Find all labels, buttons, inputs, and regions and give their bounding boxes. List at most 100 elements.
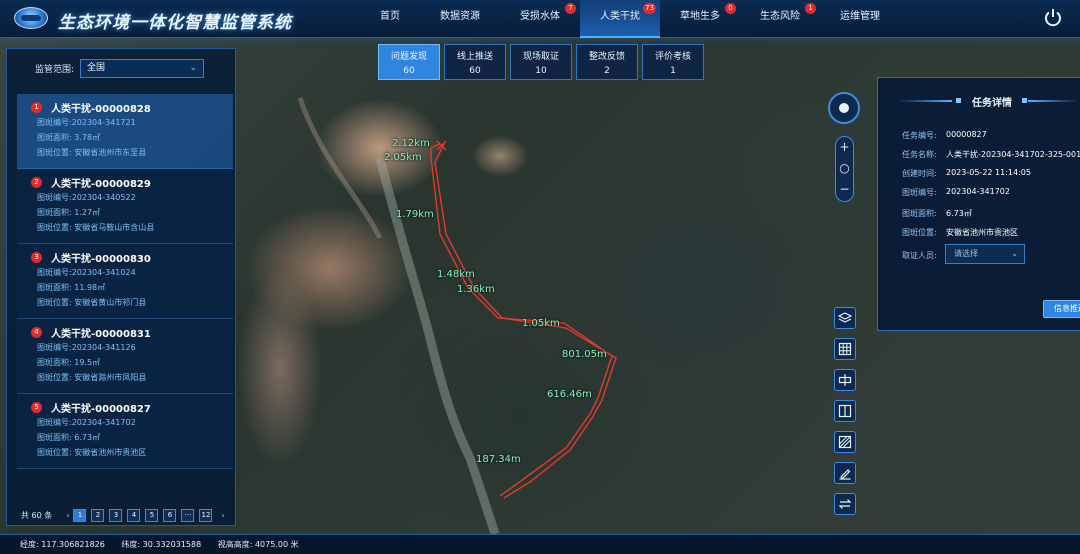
area-icon[interactable] bbox=[834, 431, 856, 453]
detail-value: 2023-05-22 11:14:05 bbox=[946, 168, 1031, 177]
detail-row-created-time: 创建时间: 2023-05-22 11:14:05 bbox=[902, 168, 1031, 179]
grid-icon[interactable] bbox=[834, 338, 856, 360]
swap-icon[interactable] bbox=[834, 493, 856, 515]
scope-select[interactable]: 全国 ⌄ bbox=[80, 59, 205, 78]
layers-icon[interactable] bbox=[834, 307, 856, 329]
measure-icon[interactable] bbox=[834, 369, 856, 391]
distance-label: 2.12km bbox=[392, 138, 430, 149]
tab-evaluation[interactable]: 评价考核 1 bbox=[642, 44, 704, 80]
distance-label: 2.05km bbox=[384, 152, 422, 163]
task-code: 图斑编号:202304-341702 bbox=[37, 418, 136, 427]
tab-label: 现场取证 bbox=[522, 52, 559, 62]
task-list-item[interactable]: 3 人类干扰-00000830 图斑编号:202304-341024 图斑面积: … bbox=[17, 244, 233, 319]
tab-rectification-feedback[interactable]: 整改反馈 2 bbox=[576, 44, 638, 80]
split-view-icon[interactable] bbox=[834, 400, 856, 422]
page-button[interactable]: 12 bbox=[199, 509, 213, 522]
distance-label: 1.79km bbox=[396, 209, 434, 220]
zoom-in-button[interactable]: + bbox=[836, 137, 853, 158]
detail-key: 图斑编号: bbox=[902, 188, 937, 197]
info-push-button[interactable]: 信息推送 bbox=[1043, 300, 1080, 318]
tab-field-evidence[interactable]: 现场取证 10 bbox=[510, 44, 572, 80]
page-button[interactable]: 5 bbox=[145, 509, 159, 522]
next-page-button[interactable]: › bbox=[221, 511, 224, 520]
page-button[interactable]: 6 bbox=[163, 509, 177, 522]
tab-count: 1 bbox=[670, 66, 676, 76]
road-path bbox=[297, 97, 383, 240]
nav-item-label: 受损水体 bbox=[520, 11, 560, 22]
distance-label: 1.48km bbox=[437, 269, 475, 280]
task-area: 图斑面积: 19.5㎡ bbox=[37, 358, 101, 367]
collector-select[interactable]: 请选择 ⌄ bbox=[945, 244, 1025, 264]
task-number-badge: 4 bbox=[31, 327, 42, 338]
detail-row-patch-code: 图斑编号: 202304-341702 bbox=[902, 187, 1010, 198]
pagination: 共 60 条 ‹ 1 2 3 4 5 6 ··· 12 › bbox=[21, 509, 229, 522]
scope-label: 监管范围: bbox=[35, 65, 75, 75]
power-icon[interactable] bbox=[1042, 7, 1064, 29]
distance-label: 187.34m bbox=[476, 454, 521, 465]
nav-item-ecological-risk[interactable]: 生态风险 1 bbox=[740, 0, 820, 38]
distance-label: 1.36km bbox=[457, 284, 495, 295]
task-number-badge: 5 bbox=[31, 402, 42, 413]
tab-label: 线上推送 bbox=[456, 52, 493, 62]
header-decoration bbox=[956, 98, 961, 103]
tab-count: 10 bbox=[535, 66, 547, 76]
page-button[interactable]: 1 bbox=[73, 509, 87, 522]
nav-item-label: 运维管理 bbox=[840, 11, 880, 22]
nav-badge: 1 bbox=[805, 3, 816, 14]
workflow-status-tabs: 问题发现 60 线上推送 60 现场取证 10 整改反馈 2 评价考核 1 bbox=[378, 44, 708, 80]
task-detail-panel: 任务详情 任务编号: 00000827 任务名称: 人类干扰-202304-3417… bbox=[877, 77, 1080, 331]
detail-row-patch-location: 图斑位置: 安徽省池州市贵池区 bbox=[902, 227, 1018, 238]
detail-value: 00000827 bbox=[946, 130, 987, 139]
zoom-reset-button[interactable]: ○ bbox=[836, 158, 853, 179]
scope-select-value: 全国 bbox=[87, 63, 106, 73]
detail-key: 创建时间: bbox=[902, 169, 937, 178]
detail-row-task-name: 任务名称: 人类干扰-202304-341702-325-0010 bbox=[902, 149, 1080, 160]
draw-icon[interactable] bbox=[834, 462, 856, 484]
nav-badge: 7 bbox=[565, 3, 576, 14]
page-button[interactable]: 3 bbox=[109, 509, 123, 522]
zoom-out-button[interactable]: − bbox=[836, 179, 853, 200]
page-button[interactable]: 4 bbox=[127, 509, 141, 522]
task-area: 图斑面积: 3.78㎡ bbox=[37, 133, 101, 142]
nav-item-grassland-biodiversity[interactable]: 草地生多 0 bbox=[660, 0, 740, 38]
detail-value: 安徽省池州市贵池区 bbox=[946, 228, 1018, 237]
nav-item-data-resources[interactable]: 数据资源 bbox=[420, 0, 500, 38]
task-area: 图斑面积: 6.73㎡ bbox=[37, 433, 101, 442]
task-number-badge: 2 bbox=[31, 177, 42, 188]
nav-item-label: 草地生多 bbox=[680, 11, 720, 22]
task-number-badge: 3 bbox=[31, 252, 42, 263]
detail-header: 任务详情 bbox=[878, 92, 1078, 109]
task-list-item[interactable]: 1 人类干扰-00000828 图斑编号:202304-341721 图斑面积: … bbox=[17, 94, 233, 169]
tab-label: 问题发现 bbox=[390, 52, 427, 62]
detail-key: 图斑面积: bbox=[902, 209, 937, 218]
compass-icon[interactable] bbox=[828, 92, 860, 124]
task-list-item[interactable]: 2 人类干扰-00000829 图斑编号:202304-340522 图斑面积: … bbox=[17, 169, 233, 244]
tab-label: 整改反馈 bbox=[588, 52, 625, 62]
task-title: 人类干扰-00000831 bbox=[51, 329, 151, 340]
page-ellipsis-button[interactable]: ··· bbox=[181, 509, 195, 522]
nav-item-label: 生态风险 bbox=[760, 11, 800, 22]
header-decoration bbox=[1022, 98, 1027, 103]
scope-filter: 监管范围: 全国 ⌄ bbox=[35, 59, 205, 78]
page-button[interactable]: 2 bbox=[91, 509, 105, 522]
tab-count: 2 bbox=[604, 66, 610, 76]
task-list-item[interactable]: 4 人类干扰-00000831 图斑编号:202304-341126 图斑面积: … bbox=[17, 319, 233, 394]
tab-label: 评价考核 bbox=[654, 52, 691, 62]
prev-page-button[interactable]: ‹ bbox=[66, 511, 69, 520]
tab-online-push[interactable]: 线上推送 60 bbox=[444, 44, 506, 80]
nav-item-label: 数据资源 bbox=[440, 11, 480, 22]
nav-item-human-interference[interactable]: 人类干扰 73 bbox=[580, 0, 660, 38]
nav-item-operations[interactable]: 运维管理 bbox=[820, 0, 900, 38]
task-list-item[interactable]: 5 人类干扰-00000827 图斑编号:202304-341702 图斑面积: … bbox=[17, 394, 233, 469]
task-title: 人类干扰-00000828 bbox=[51, 104, 151, 115]
detail-row-collector: 取证人员: bbox=[902, 250, 946, 261]
task-code: 图斑编号:202304-340522 bbox=[37, 193, 136, 202]
distance-label: 1.05km bbox=[522, 318, 560, 329]
zoom-control: + ○ − bbox=[835, 136, 854, 202]
tab-count: 60 bbox=[403, 66, 415, 76]
detail-row-task-id: 任务编号: 00000827 bbox=[902, 130, 987, 141]
coordinate-status-bar: 经度: 117.306821826 纬度: 30.332031588 视高高度:… bbox=[0, 534, 1080, 554]
nav-item-home[interactable]: 首页 bbox=[360, 0, 420, 38]
nav-item-damaged-water[interactable]: 受损水体 7 bbox=[500, 0, 580, 38]
tab-problem-found[interactable]: 问题发现 60 bbox=[378, 44, 440, 80]
